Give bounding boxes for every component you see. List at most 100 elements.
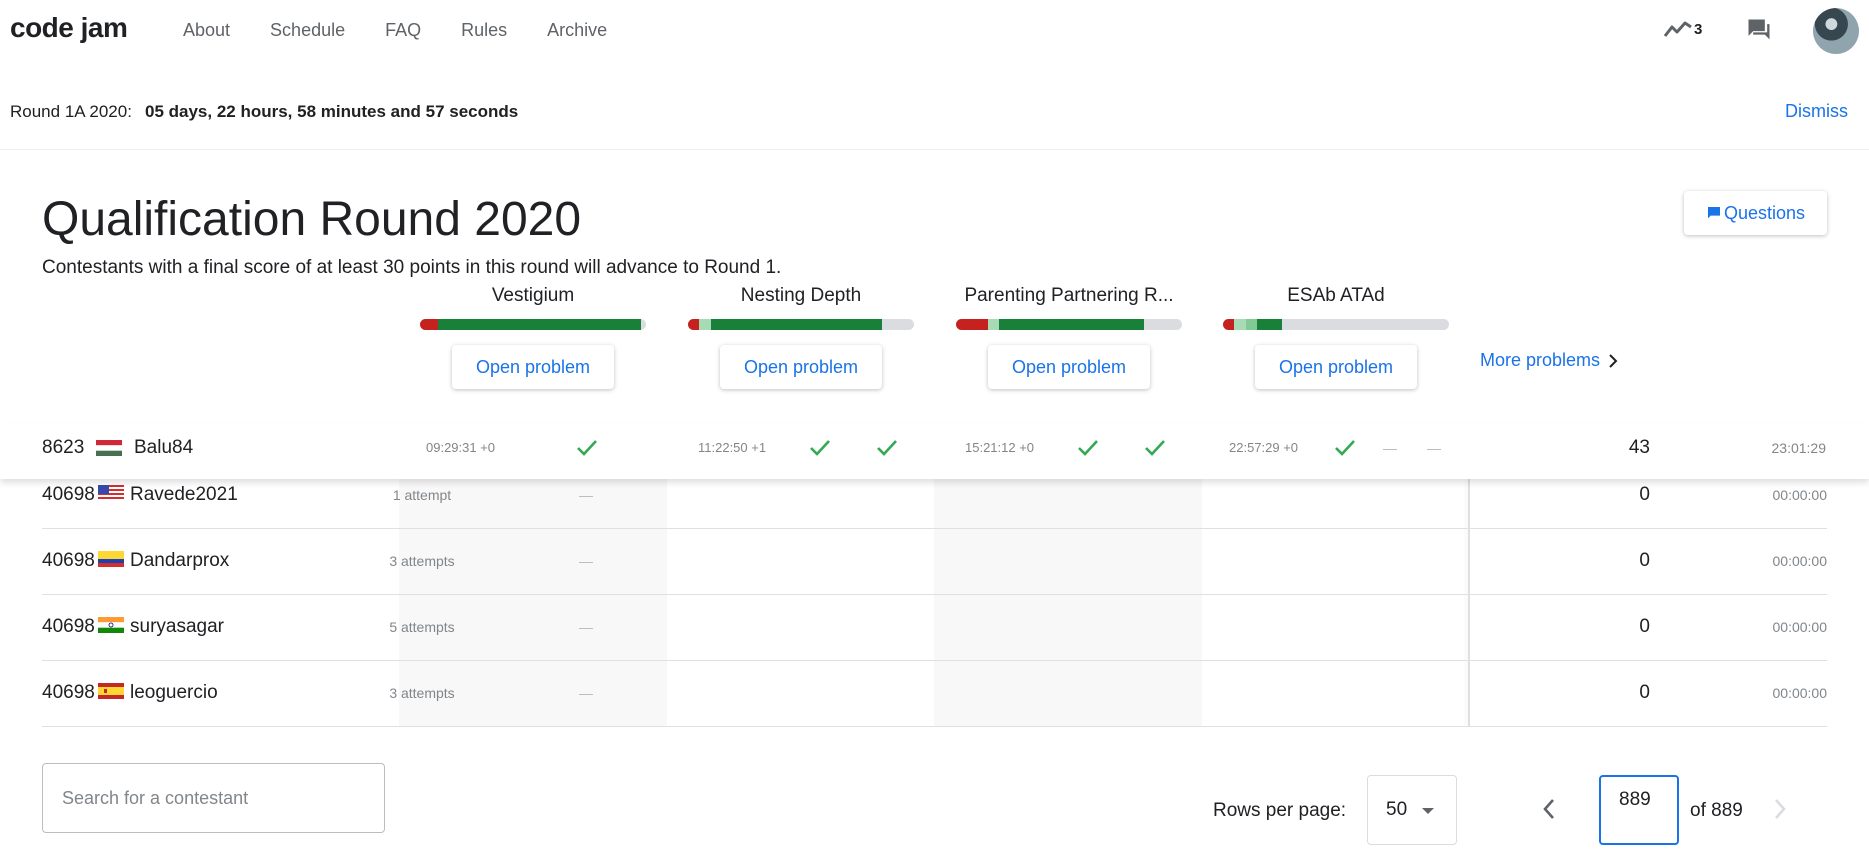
rank: 40698 (42, 616, 95, 637)
countdown-label: Round 1A 2020: (10, 102, 132, 121)
problem-column: Vestigium Open problem (420, 285, 646, 389)
stats-bar-segment (710, 319, 883, 330)
no-score-dash (579, 496, 593, 497)
score: 0 (1639, 550, 1650, 571)
score: 0 (1639, 484, 1650, 505)
problem-name: Vestigium (491, 285, 575, 306)
username[interactable]: suryasagar (130, 616, 224, 638)
stats-bar-segment (956, 319, 988, 330)
my-score: 43 (1628, 437, 1650, 458)
stats-bar-segment (438, 319, 642, 330)
check-icon (1145, 440, 1165, 456)
open-problem-button[interactable]: Open problem (720, 345, 882, 389)
nav-about[interactable]: About (183, 20, 230, 41)
problem-name: ESAb ATAd (1287, 285, 1385, 306)
notification-count: 3 (1694, 20, 1703, 38)
my-score-row[interactable]: 8623 Balu84 09:29:31 +0 11:22:50 +1 15:2… (0, 423, 1869, 479)
round-title: Qualification Round 2020 (42, 193, 582, 246)
next-page-button[interactable] (1773, 797, 1787, 821)
rank: 40698 (42, 484, 95, 505)
round-subtitle: Contestants with a final score of at lea… (42, 257, 782, 278)
my-penalty-time: 23:01:29 (1771, 440, 1827, 456)
nav-faq[interactable]: FAQ (385, 20, 421, 41)
questions-label: Questions (1723, 202, 1806, 223)
notifications-button[interactable]: 3 (1663, 18, 1702, 40)
attempts: 3 attempts (389, 553, 455, 569)
nav-schedule[interactable]: Schedule (270, 20, 345, 41)
no-score-dash (579, 562, 593, 563)
score: 0 (1639, 616, 1650, 637)
problem-column: ESAb ATAd Open problem (1223, 285, 1449, 389)
chevron-right-icon (1609, 353, 1618, 368)
search-contestant-input[interactable] (42, 763, 385, 833)
open-problem-button[interactable]: Open problem (452, 345, 614, 389)
check-icon (877, 440, 897, 456)
chat-button[interactable] (1745, 16, 1773, 49)
table-row[interactable]: 40698 Dandarprox 3 attempts 0 00:00:00 (42, 529, 1827, 595)
check-icon (1335, 440, 1355, 456)
stats-bar-segment (1223, 319, 1235, 330)
rows-per-page-label: Rows per page: (1213, 800, 1347, 821)
penalty-time: 00:00:00 (1772, 685, 1828, 701)
nav-archive[interactable]: Archive (547, 20, 607, 41)
problem-name: Nesting Depth (740, 285, 862, 306)
rows-per-page-select[interactable]: 50 (1367, 775, 1457, 845)
countdown-banner: Round 1A 2020: 05 days, 22 hours, 58 min… (0, 62, 1869, 150)
trending-icon (1663, 21, 1692, 37)
flag-es-icon (98, 683, 124, 699)
problem-column: Nesting Depth Open problem (688, 285, 914, 389)
penalty-time: 00:00:00 (1772, 487, 1828, 503)
unsolved-dash (1383, 449, 1397, 450)
rows-per-page-value: 50 (1386, 799, 1408, 820)
problem-stats-bar (1223, 319, 1449, 330)
check-icon (810, 440, 830, 456)
stats-bar-segment (420, 319, 439, 330)
countdown-value: 05 days, 22 hours, 58 minutes and 57 sec… (145, 102, 519, 121)
previous-page-button[interactable] (1542, 797, 1556, 821)
table-row[interactable]: 40698 suryasagar 5 attempts 0 00:00:00 (42, 595, 1827, 661)
problem-column: Parenting Partnering R... Open problem (956, 285, 1182, 389)
scoreboard-table: 40698 Ravede2021 1 attempt 0 00:00:00 40… (0, 479, 1869, 727)
score: 0 (1639, 682, 1650, 703)
penalty-time: 00:00:00 (1772, 553, 1828, 569)
open-problem-button[interactable]: Open problem (1255, 345, 1417, 389)
rank: 40698 (42, 682, 95, 703)
nav-rules[interactable]: Rules (461, 20, 507, 41)
attempts: 3 attempts (389, 685, 455, 701)
code-jam-logo[interactable]: code jam (10, 12, 128, 44)
check-icon (1078, 440, 1098, 456)
my-username[interactable]: Balu84 (134, 437, 193, 459)
page-number-input[interactable] (1599, 775, 1679, 845)
user-avatar[interactable] (1813, 8, 1859, 54)
my-rank: 8623 (42, 437, 85, 458)
stats-bar-segment (987, 319, 999, 330)
stats-bar-segment (688, 319, 700, 330)
top-bar: code jam About Schedule FAQ Rules Archiv… (0, 0, 1869, 62)
unsolved-dash (1427, 449, 1441, 450)
username[interactable]: Ravede2021 (130, 484, 238, 506)
more-problems-label: More problems (1480, 350, 1601, 370)
flag-us-icon (98, 485, 124, 501)
more-problems-link[interactable]: More problems (1480, 350, 1618, 371)
problem-solve-time: 22:57:29 +0 (1229, 440, 1299, 455)
questions-button[interactable]: Questions (1684, 191, 1827, 235)
table-row[interactable]: 40698 leoguercio 3 attempts 0 00:00:00 (42, 661, 1827, 727)
problem-stats-bar (420, 319, 646, 330)
flag-hu-icon (96, 440, 122, 456)
problem-stats-bar (956, 319, 1182, 330)
problem-solve-time: 11:22:50 +1 (698, 440, 767, 455)
open-problem-button[interactable]: Open problem (988, 345, 1150, 389)
problem-stats-bar (688, 319, 914, 330)
username[interactable]: leoguercio (130, 682, 218, 704)
stats-bar-segment (998, 319, 1144, 330)
dismiss-link[interactable]: Dismiss (1785, 101, 1848, 122)
penalty-time: 00:00:00 (1772, 619, 1828, 635)
no-score-dash (579, 694, 593, 695)
username[interactable]: Dandarprox (130, 550, 229, 572)
stats-bar-segment (1234, 319, 1246, 330)
chat-icon (1748, 19, 1770, 40)
flag-in-icon (98, 617, 124, 633)
stats-bar-segment (1245, 319, 1257, 330)
attempts: 1 attempt (392, 487, 452, 503)
check-icon (577, 440, 597, 456)
